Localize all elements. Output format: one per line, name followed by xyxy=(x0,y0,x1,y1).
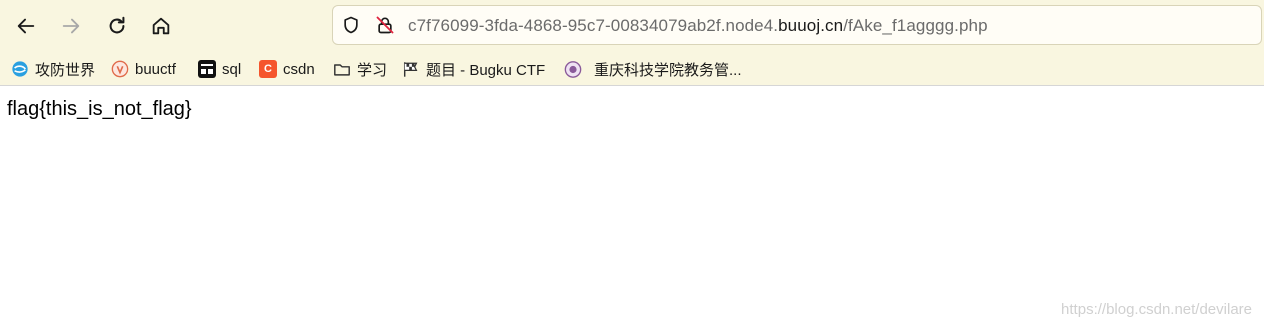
bookmark-jiaowu[interactable]: 重庆科技学院教务管... xyxy=(564,57,742,81)
bookmark-buuctf[interactable]: buuctf xyxy=(111,57,176,81)
folder-icon xyxy=(333,60,351,78)
arrow-right-icon xyxy=(62,18,80,34)
home-button[interactable] xyxy=(144,9,178,43)
bookmark-gongfang-shijie[interactable]: 攻防世界 xyxy=(11,57,95,81)
hack-it-icon xyxy=(198,60,216,78)
insecure-lock-icon[interactable] xyxy=(374,14,396,36)
university-seal-icon xyxy=(564,60,582,78)
browser-toolbar: c7f76099-3fda-4868-95c7-00834079ab2f.nod… xyxy=(0,0,1264,52)
bookmark-bugku-ctf[interactable]: 题目 - Bugku CTF xyxy=(402,57,545,81)
checkered-flag-icon xyxy=(402,60,420,78)
reload-icon xyxy=(109,16,125,34)
url-text[interactable]: c7f76099-3fda-4868-95c7-00834079ab2f.nod… xyxy=(408,16,988,36)
bookmark-label: 攻防世界 xyxy=(35,61,96,79)
bookmark-csdn[interactable]: C csdn xyxy=(259,57,315,81)
tracking-protection-shield-icon[interactable] xyxy=(340,14,362,36)
bookmark-label: sql xyxy=(222,60,242,78)
address-bar[interactable]: c7f76099-3fda-4868-95c7-00834079ab2f.nod… xyxy=(332,5,1262,45)
globe-swirl-icon xyxy=(11,60,29,78)
bookmarks-bar: 攻防世界 buuctf sql C csdn 学习 题目 - Bugku CTF… xyxy=(0,52,1264,86)
arrow-left-icon xyxy=(17,18,35,34)
bookmark-sql[interactable]: sql xyxy=(198,57,241,81)
home-icon xyxy=(152,17,170,35)
bookmark-label: 学习 xyxy=(357,61,388,79)
url-path: /fAke_f1agggg.php xyxy=(843,16,988,35)
bookmark-label: 重庆科技学院教务管... xyxy=(594,61,742,79)
forward-button[interactable] xyxy=(54,9,88,43)
reload-button[interactable] xyxy=(100,9,134,43)
url-prefix: c7f76099-3fda-4868-95c7-00834079ab2f.nod… xyxy=(408,16,779,35)
csdn-c-icon: C xyxy=(259,60,277,78)
bookmark-label: 题目 - Bugku CTF xyxy=(426,61,546,79)
buuctf-logo-icon xyxy=(111,60,129,78)
url-domain: buuoj.cn xyxy=(778,16,844,35)
bookmark-folder-xuexi[interactable]: 学习 xyxy=(333,57,387,81)
page-body-text: flag{this_is_not_flag} xyxy=(7,98,192,120)
watermark: https://blog.csdn.net/devilare xyxy=(1061,301,1252,318)
bookmark-label: csdn xyxy=(283,60,315,78)
bookmark-label: buuctf xyxy=(135,60,176,78)
back-button[interactable] xyxy=(9,9,43,43)
